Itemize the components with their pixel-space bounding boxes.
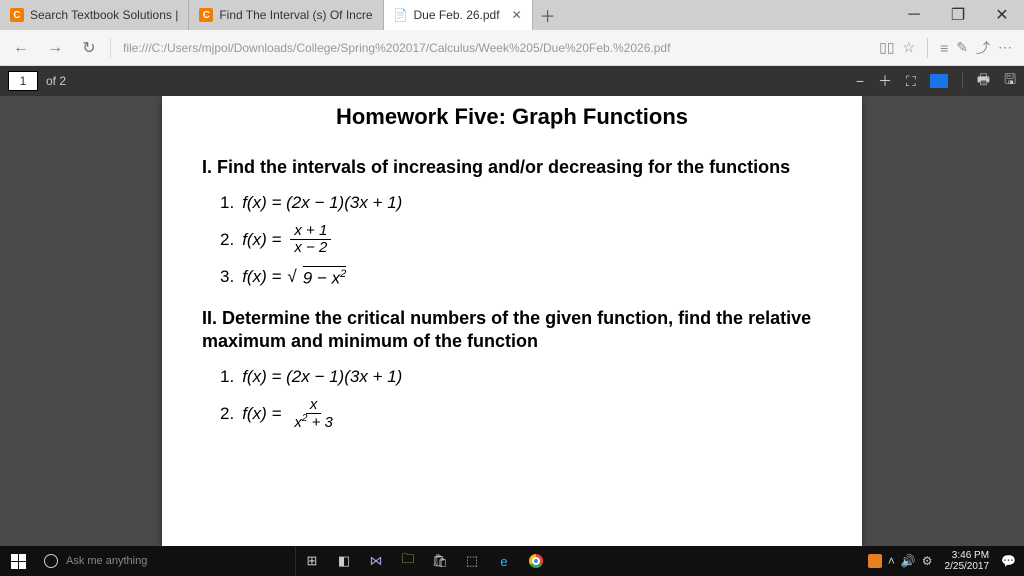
divider <box>110 38 111 58</box>
doc-title: Homework Five: Graph Functions <box>202 104 822 130</box>
tab-close-icon[interactable]: ✕ <box>512 8 522 22</box>
pdf-viewport[interactable]: Homework Five: Graph Functions I. Find t… <box>0 96 1024 546</box>
zoom-in-icon[interactable]: ＋ <box>878 71 892 91</box>
chrome-icon[interactable] <box>520 546 552 576</box>
file-explorer-icon[interactable]: 🗀 <box>392 546 424 576</box>
tab-pdf-active[interactable]: 📄 Due Feb. 26.pdf ✕ <box>384 0 533 30</box>
edge-icon[interactable]: e <box>488 546 520 576</box>
pdf-page: Homework Five: Graph Functions I. Find t… <box>162 96 862 546</box>
reading-view-icon[interactable]: ▯▯ <box>879 39 894 56</box>
problem-item: 3.f(x) = √9 − x2 <box>220 266 822 289</box>
note-icon[interactable]: ✎ <box>956 39 968 56</box>
tab-label: Find The Interval (s) Of Incre <box>219 8 372 22</box>
share-icon[interactable]: ⤴ <box>976 38 990 58</box>
network-icon[interactable]: ⚙ <box>922 554 933 568</box>
taskbar: Ask me anything ⊞ ◧ ⋈ 🗀 🛍 ⬚ e ˄ 🔊 ⚙ 3:46… <box>0 546 1024 576</box>
problem-item: 1.f(x) = (2x − 1)(3x + 1) <box>220 367 822 387</box>
dropbox-icon[interactable]: ⬚ <box>456 546 488 576</box>
read-aloud-icon[interactable] <box>930 74 948 88</box>
window-restore-icon[interactable]: ❐ <box>936 0 980 30</box>
zoom-out-icon[interactable]: − <box>856 73 864 89</box>
clock[interactable]: 3:46 PM 2/25/2017 <box>939 550 996 573</box>
pdf-icon: 📄 <box>394 8 408 22</box>
back-button[interactable]: ← <box>6 33 36 63</box>
window-minimize-icon[interactable]: ─ <box>892 0 936 30</box>
print-icon[interactable]: 🖶 <box>977 69 990 93</box>
cortana-search[interactable]: Ask me anything <box>36 546 296 576</box>
page-total-label: of 2 <box>46 74 66 88</box>
problem-item: 2.f(x) = xx2 + 3 <box>220 397 822 431</box>
tab-chegg-search[interactable]: C Search Textbook Solutions | <box>0 0 189 30</box>
tab-strip: C Search Textbook Solutions | C Find The… <box>0 0 1024 30</box>
forward-button[interactable]: → <box>40 33 70 63</box>
taskview-icon[interactable]: ⊞ <box>296 546 328 576</box>
tab-label: Due Feb. 26.pdf <box>414 8 500 22</box>
problem-item: 1.f(x) = (2x − 1)(3x + 1) <box>220 193 822 213</box>
store-icon[interactable]: 🛍 <box>424 546 456 576</box>
section-heading: I. Find the intervals of increasing and/… <box>202 156 822 179</box>
divider <box>927 38 928 58</box>
address-bar[interactable]: file:///C:/Users/mjpol/Downloads/College… <box>117 37 875 59</box>
tab-chegg-interval[interactable]: C Find The Interval (s) Of Incre <box>189 0 383 30</box>
hub-icon[interactable]: ≡ <box>940 40 948 56</box>
page-number-input[interactable] <box>8 71 38 91</box>
refresh-button[interactable]: ↻ <box>74 33 104 63</box>
chegg-icon: C <box>10 8 24 22</box>
app-icon[interactable]: ⋈ <box>360 546 392 576</box>
favorite-icon[interactable]: ☆ <box>903 39 916 56</box>
search-placeholder: Ask me anything <box>66 555 147 567</box>
volume-icon[interactable]: 🔊 <box>901 554 916 568</box>
chegg-icon: C <box>199 8 213 22</box>
more-icon[interactable]: ⋯ <box>998 39 1012 56</box>
new-tab-button[interactable]: ＋ <box>533 0 563 30</box>
nav-toolbar: ← → ↻ file:///C:/Users/mjpol/Downloads/C… <box>0 30 1024 66</box>
divider <box>962 73 963 89</box>
section-heading: II. Determine the critical numbers of th… <box>202 307 822 354</box>
action-center-icon[interactable]: 💬 <box>1001 554 1016 568</box>
cortana-icon <box>44 554 58 568</box>
pdf-toolbar: of 2 − ＋ ⛶ 🖶 🖫 <box>0 66 1024 96</box>
chevron-up-icon[interactable]: ˄ <box>888 554 895 568</box>
window-close-icon[interactable]: ✕ <box>980 0 1024 30</box>
app-icon[interactable]: ◧ <box>328 546 360 576</box>
fit-page-icon[interactable]: ⛶ <box>906 73 916 90</box>
save-icon[interactable]: 🖫 <box>1004 69 1016 93</box>
date-label: 2/25/2017 <box>945 561 990 573</box>
problem-item: 2.f(x) = x + 1x − 2 <box>220 223 822 256</box>
notification-badge-icon[interactable] <box>868 554 882 568</box>
toolbar-right: ▯▯ ☆ ≡ ✎ ⤴ ⋯ <box>879 38 1018 58</box>
tab-label: Search Textbook Solutions | <box>30 8 178 22</box>
time-label: 3:46 PM <box>945 550 990 562</box>
start-button[interactable] <box>0 546 36 576</box>
